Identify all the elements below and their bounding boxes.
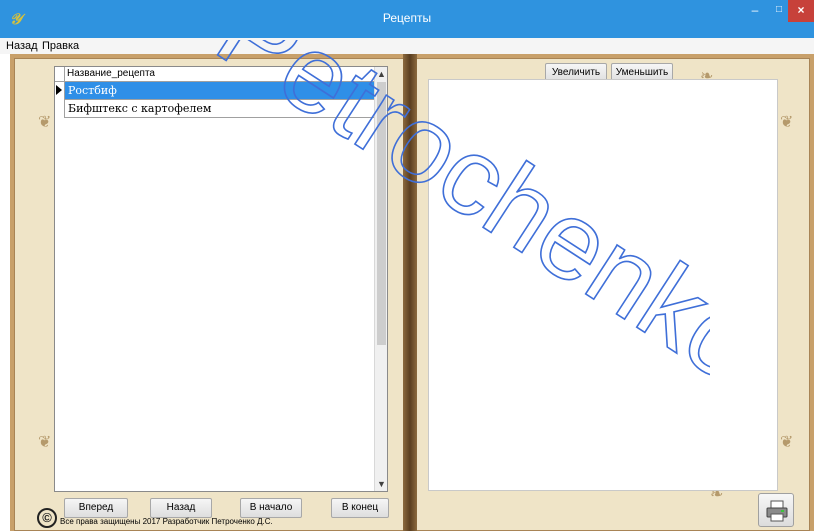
print-button[interactable] (758, 493, 794, 527)
go-to-start-button[interactable]: В начало (240, 498, 302, 518)
menu-item-back[interactable]: Назад (6, 39, 38, 53)
menu-bar: Назад Правка (0, 38, 814, 54)
table-row-selected[interactable]: Ростбиф (55, 82, 374, 100)
minimize-button[interactable]: – (742, 0, 768, 22)
column-header-recipe-name[interactable]: Название_рецепта (67, 68, 155, 80)
ornament-icon: ❦ (780, 112, 794, 131)
vertical-scrollbar[interactable]: ▲ ▼ (374, 67, 387, 491)
scrollbar-thumb[interactable] (377, 82, 386, 345)
book-spine (403, 54, 417, 531)
scroll-down-arrow-icon[interactable]: ▼ (375, 477, 388, 491)
forward-button[interactable]: Вперед (64, 498, 128, 518)
copyright-icon: © (37, 508, 57, 528)
indicator-column-header (55, 67, 65, 82)
table-row[interactable]: Бифштекс с картофелем (55, 100, 374, 118)
row-indicator (55, 82, 65, 100)
close-button[interactable]: × (788, 0, 814, 22)
menu-item-edit[interactable]: Правка (42, 39, 79, 53)
printer-icon (766, 500, 788, 522)
back-button[interactable]: Назад (150, 498, 212, 518)
table-cell: Бифштекс с картофелем (68, 102, 212, 115)
recipe-grid[interactable]: Название_рецепта Ростбиф Бифштекс с карт… (54, 66, 388, 492)
ornament-icon: ❦ (38, 112, 52, 131)
current-row-arrow-icon (56, 85, 62, 95)
ornament-icon: ❦ (38, 432, 52, 451)
copyright-text: Все права защищены 2017 Разработчик Петр… (60, 517, 273, 526)
table-cell: Ростбиф (68, 84, 117, 97)
window-title: Рецепты (382, 11, 432, 25)
grid-header: Название_рецепта (55, 67, 374, 82)
recipe-viewer[interactable] (428, 79, 778, 491)
go-to-end-button[interactable]: В конец (331, 498, 389, 518)
title-bar[interactable]: 𝒴 Рецепты – □ × (0, 0, 814, 38)
scroll-up-arrow-icon[interactable]: ▲ (375, 67, 388, 81)
row-indicator (55, 100, 65, 118)
ornament-icon: ❦ (780, 432, 794, 451)
